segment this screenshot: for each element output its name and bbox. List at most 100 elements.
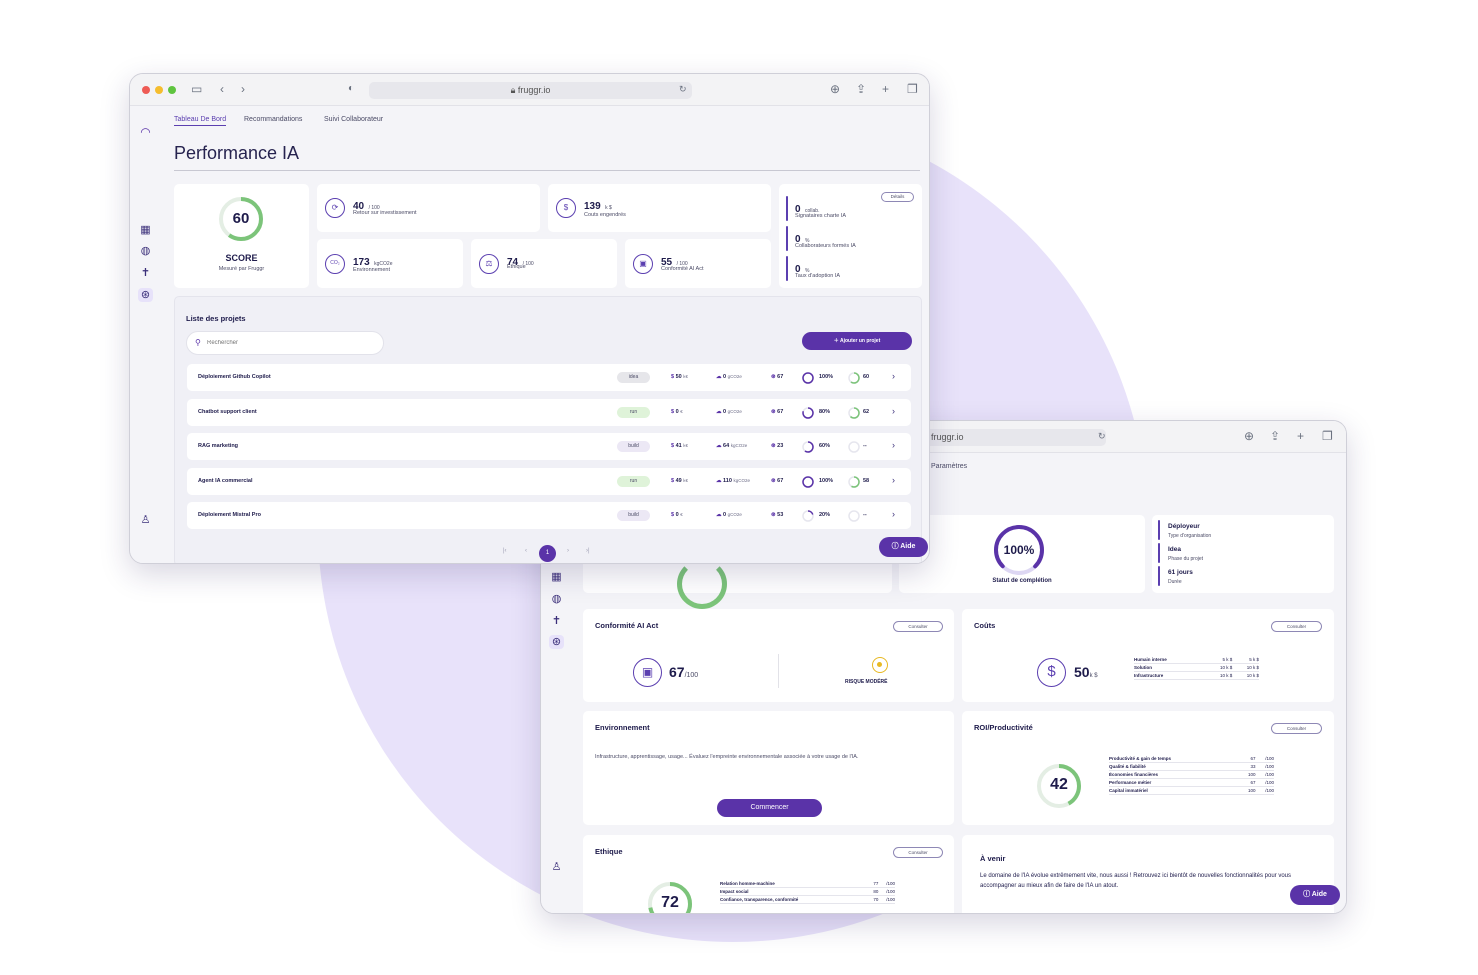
reload-icon[interactable]: ↻ xyxy=(1098,429,1106,443)
cell-b: 10 k $ xyxy=(1246,665,1259,670)
last-page-icon[interactable]: ›| xyxy=(586,548,590,554)
cost-icon: $ xyxy=(671,408,675,415)
cell-u: /100 xyxy=(1265,780,1274,785)
chip-icon: ▣ xyxy=(633,254,653,274)
share-icon[interactable]: ⇪ xyxy=(1270,429,1280,443)
table-row[interactable]: Déploiement Mistral Pro build $ 0 € ☁ 0 … xyxy=(187,502,911,529)
tab-recommandations[interactable]: Recommandations xyxy=(244,116,302,123)
page-current[interactable]: 1 xyxy=(539,545,556,562)
row-cost: 50 xyxy=(675,374,682,380)
projects-panel: Liste des projets ⚲ ＋ Ajouter un projet … xyxy=(174,296,922,563)
chevron-right-icon[interactable]: › xyxy=(892,509,895,519)
stage-badge: run xyxy=(617,406,650,418)
address-bar[interactable]: 🔒︎ fruggr.io xyxy=(369,82,692,99)
zoom-window-dot[interactable] xyxy=(168,86,176,94)
ai-chip-icon[interactable]: ⊛ xyxy=(549,635,564,649)
completion-ring xyxy=(802,510,814,522)
info-bar xyxy=(1158,566,1160,586)
details-button[interactable]: Détails xyxy=(881,192,914,202)
forward-icon[interactable]: › xyxy=(241,82,245,96)
user-profile-icon[interactable]: ♙ xyxy=(549,860,564,874)
table-row: Humain interne 5 k $ 5 k $ xyxy=(1134,656,1259,664)
collab-label: Signataires charte IA xyxy=(795,213,847,219)
ai-act-consult-button[interactable]: Consulter xyxy=(893,621,943,632)
cell-name: Infrastructure xyxy=(1134,673,1164,678)
table-row[interactable]: RAG marketing build $ 41 k€ ☁ 64 kgCO2e … xyxy=(187,433,911,460)
row-co2-unit: gCO2e xyxy=(727,512,742,517)
stage-badge: build xyxy=(617,441,650,452)
new-tab-icon[interactable]: + xyxy=(1297,429,1304,443)
back-icon[interactable]: ‹ xyxy=(220,82,224,96)
search-input[interactable] xyxy=(207,337,367,349)
row-cost: 41 xyxy=(675,443,682,449)
row-cost-unit: k€ xyxy=(683,477,689,483)
stage: fruggr.io ↻ ⊕ ⇪ + ❐ ▦ ◍ ✝ ⊛ ♙ Paramètres xyxy=(0,0,1478,975)
score-sub: Mesuré par Fruggr xyxy=(218,266,265,272)
download-icon[interactable]: ⊕ xyxy=(830,82,840,96)
row-cost: 49 xyxy=(675,477,682,484)
cell-name: Productivité & gain de temps xyxy=(1109,756,1172,761)
costs-consult-button[interactable]: Consulter xyxy=(1271,621,1322,632)
row-score: 67 xyxy=(777,408,784,415)
dashboard-icon[interactable]: ▦ xyxy=(138,223,153,237)
chevron-right-icon[interactable]: › xyxy=(892,440,895,450)
chevron-right-icon[interactable]: › xyxy=(892,475,895,485)
search-field[interactable]: ⚲ xyxy=(186,331,384,355)
prev-page-icon[interactable]: ‹ xyxy=(525,548,527,554)
next-page-icon[interactable]: › xyxy=(567,548,569,554)
tab-tableau-de-bord[interactable]: Tableau De Bord xyxy=(174,116,227,126)
row-cost-unit: k€ xyxy=(683,374,689,379)
help-button[interactable]: ⓘ Aide xyxy=(879,537,928,557)
globe-icon[interactable]: ◍ xyxy=(138,244,153,258)
reload-icon[interactable]: ↻ xyxy=(679,82,687,96)
sidebar-toggle-icon[interactable]: ▭ xyxy=(191,82,202,96)
kpi-costs-value: 139 xyxy=(584,201,601,212)
chevron-right-icon[interactable]: › xyxy=(892,371,895,381)
row-cost-unit: € xyxy=(680,408,683,414)
cell-u: /100 xyxy=(886,889,895,894)
table-row[interactable]: Agent IA commercial run $ 49 k€ ☁ 110 kg… xyxy=(187,467,911,495)
cost-icon: $ xyxy=(671,374,675,380)
ai-chip-icon[interactable]: ⊛ xyxy=(138,288,153,302)
table-row: Infrastructure 10 k $ 10 k $ xyxy=(1134,672,1259,680)
fruggr-logo-icon[interactable]: ◠ xyxy=(138,125,153,139)
value-ring xyxy=(848,406,860,419)
table-row[interactable]: Déploiement Github Copilot idea $ 50 k€ … xyxy=(187,364,911,391)
add-project-button[interactable]: ＋ Ajouter un projet xyxy=(802,332,912,350)
download-icon[interactable]: ⊕ xyxy=(1244,429,1254,443)
new-tab-icon[interactable]: + xyxy=(882,82,889,96)
tabs-overview-icon[interactable]: ❐ xyxy=(907,82,918,96)
ethics-person-icon[interactable]: ✝ xyxy=(549,614,564,628)
score-icon: ⊛ xyxy=(771,374,776,380)
table-row: Performance métier 67/100 xyxy=(1109,779,1274,787)
dashboard-icon[interactable]: ▦ xyxy=(549,570,564,584)
collab-bar xyxy=(786,226,788,251)
info-bar xyxy=(1158,520,1160,540)
minimize-window-dot[interactable] xyxy=(155,86,163,94)
tabs-overview-icon[interactable]: ❐ xyxy=(1322,429,1333,443)
cell-name: Confiance, transparence, conformité xyxy=(720,897,799,902)
ethics-person-icon[interactable]: ✝ xyxy=(138,266,153,280)
chevron-right-icon[interactable]: › xyxy=(892,406,895,416)
share-icon[interactable]: ⇪ xyxy=(856,82,866,96)
first-page-icon[interactable]: |‹ xyxy=(503,548,507,554)
row-value: 62 xyxy=(863,408,870,415)
user-profile-icon[interactable]: ♙ xyxy=(138,513,153,527)
risk-icon xyxy=(872,657,888,673)
table-row[interactable]: Chatbot support client run $ 0 € ☁ 0 gCO… xyxy=(187,398,911,426)
roi-consult-button[interactable]: Consulter xyxy=(1271,723,1322,734)
help-button-back[interactable]: ⓘ Aide xyxy=(1290,885,1340,905)
globe-icon[interactable]: ◍ xyxy=(549,592,564,606)
roi-value: 42 xyxy=(1050,776,1068,793)
tab-suivi-collaborateur[interactable]: Suivi Collaborateur xyxy=(324,116,383,123)
score-label: SCORE xyxy=(225,253,258,263)
completion-ring xyxy=(802,475,814,488)
ethics-breakdown-table: Relation homme-machine 77/100 Impact socia… xyxy=(720,880,895,904)
cell-name: Humain interne xyxy=(1134,657,1167,662)
tab-parametres[interactable]: Paramètres xyxy=(931,463,967,470)
close-window-dot[interactable] xyxy=(142,86,150,94)
ethics-consult-button[interactable]: Consulter xyxy=(893,847,943,858)
costs-title: Coûts xyxy=(974,621,996,630)
table-row: Impact social 80/100 xyxy=(720,888,895,896)
start-button[interactable]: Commencer xyxy=(717,799,822,817)
